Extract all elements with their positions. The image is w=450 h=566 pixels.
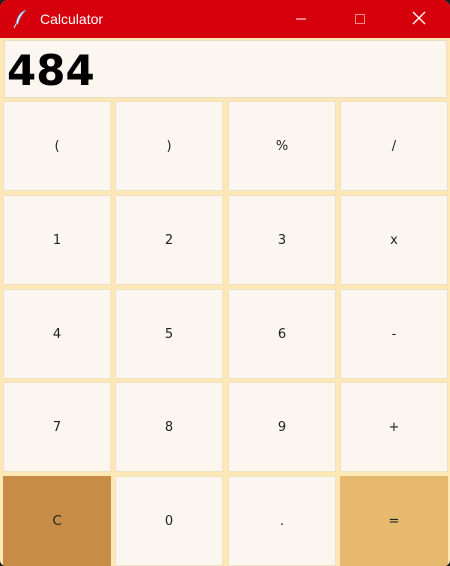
window-title: Calculator bbox=[40, 11, 104, 27]
key-6[interactable]: 6 bbox=[228, 289, 336, 379]
key-percent[interactable]: % bbox=[228, 101, 336, 191]
display-value: 484 bbox=[7, 46, 95, 95]
key-equals[interactable]: = bbox=[340, 476, 448, 566]
minimize-icon bbox=[295, 10, 307, 29]
key-0[interactable]: 0 bbox=[115, 476, 223, 566]
maximize-icon bbox=[354, 10, 366, 29]
key-5[interactable]: 5 bbox=[115, 289, 223, 379]
close-button[interactable] bbox=[396, 0, 442, 38]
maximize-button[interactable] bbox=[337, 0, 383, 38]
key-divide[interactable]: / bbox=[340, 101, 448, 191]
key-4[interactable]: 4 bbox=[3, 289, 111, 379]
result-display: 484 bbox=[4, 40, 447, 98]
minimize-button[interactable] bbox=[278, 0, 324, 38]
close-icon bbox=[412, 10, 426, 29]
key-close-paren[interactable]: ) bbox=[115, 101, 223, 191]
key-9[interactable]: 9 bbox=[228, 382, 336, 472]
key-7[interactable]: 7 bbox=[3, 382, 111, 472]
key-1[interactable]: 1 bbox=[3, 195, 111, 285]
key-decimal[interactable]: . bbox=[228, 476, 336, 566]
key-multiply[interactable]: x bbox=[340, 195, 448, 285]
key-minus[interactable]: - bbox=[340, 289, 448, 379]
key-clear[interactable]: C bbox=[3, 476, 111, 566]
key-3[interactable]: 3 bbox=[228, 195, 336, 285]
calculator-window: Calculator 484 ( ) % / 1 2 3 x 4 5 6 - 7… bbox=[0, 0, 450, 566]
key-open-paren[interactable]: ( bbox=[3, 101, 111, 191]
key-plus[interactable]: + bbox=[340, 382, 448, 472]
feather-icon bbox=[12, 9, 30, 29]
key-8[interactable]: 8 bbox=[115, 382, 223, 472]
key-2[interactable]: 2 bbox=[115, 195, 223, 285]
title-bar[interactable]: Calculator bbox=[0, 0, 450, 38]
